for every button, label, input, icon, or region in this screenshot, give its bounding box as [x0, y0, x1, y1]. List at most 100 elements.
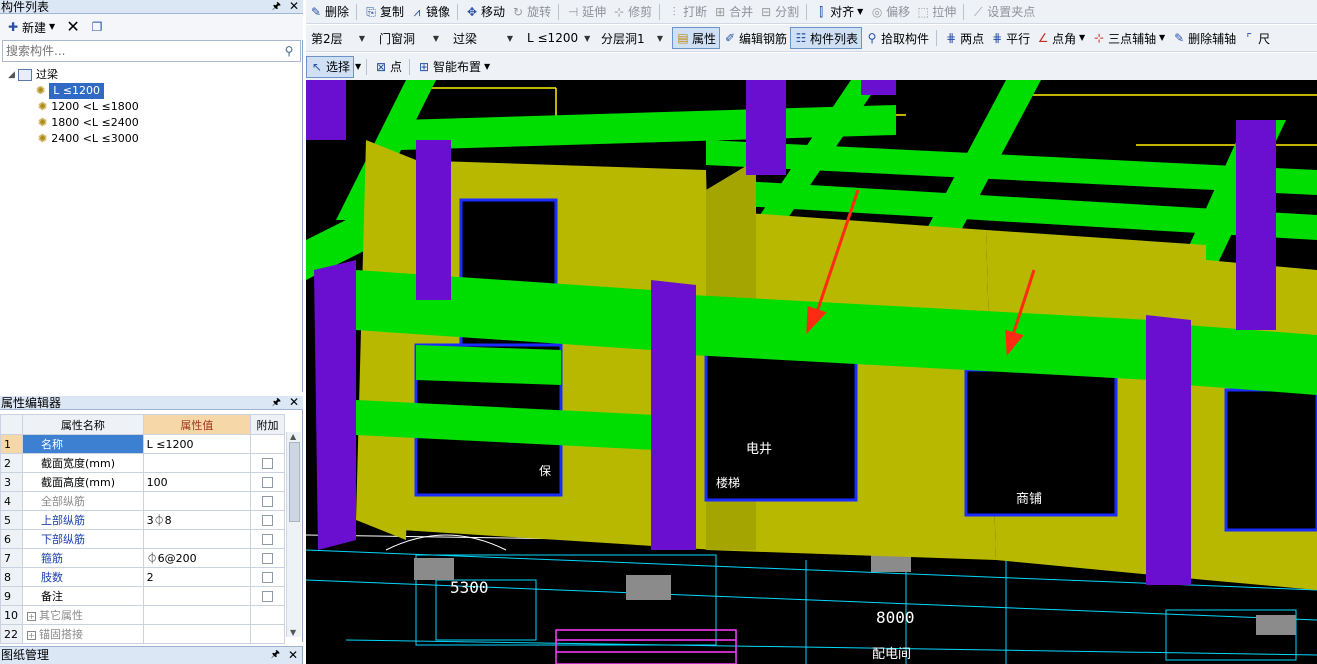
chevron-down-icon[interactable]: ▼: [354, 60, 362, 74]
sublayer-select[interactable]: 分层洞1 ▼: [596, 28, 668, 49]
attach-checkbox[interactable]: [262, 477, 274, 488]
collapse-icon[interactable]: ◢: [8, 67, 18, 83]
dimension-icon: ⌜: [1246, 31, 1252, 45]
property-row[interactable]: 8 肢数 2: [0, 567, 285, 587]
property-row[interactable]: 1 名称 L ≤1200: [0, 434, 285, 454]
move-button[interactable]: ✥ 移动: [462, 1, 508, 23]
copy-component-button[interactable]: ❐: [87, 17, 107, 37]
close-icon[interactable]: ✕: [289, 395, 299, 409]
tree-item[interactable]: ✺ 1800 <L ≤2400: [8, 115, 139, 131]
tree-item-label: 2400 <L ≤3000: [51, 132, 139, 145]
expand-icon[interactable]: +: [26, 631, 36, 640]
extend-button[interactable]: ⊣ 延伸: [563, 1, 609, 23]
property-value-cell[interactable]: 100: [142, 472, 252, 492]
property-value-cell[interactable]: L ≤1200: [142, 434, 252, 454]
property-value-cell[interactable]: 2: [142, 567, 252, 587]
attach-checkbox[interactable]: [262, 458, 274, 469]
property-row[interactable]: 5 上部纵筋 3⏀8: [0, 510, 285, 530]
select-button[interactable]: ↖ 选择: [306, 55, 355, 78]
close-icon[interactable]: ✕: [288, 647, 298, 663]
property-row[interactable]: 4 全部纵筋: [0, 491, 285, 511]
merge-button[interactable]: ⊞ 合并: [710, 1, 756, 23]
attach-checkbox[interactable]: [262, 591, 274, 602]
attach-checkbox[interactable]: [262, 534, 274, 545]
smart-layout-button[interactable]: ⊞ 智能布置 ▼: [414, 56, 494, 78]
tree-item[interactable]: ✺ 1200 <L ≤1800: [8, 99, 139, 115]
property-value-cell[interactable]: [142, 453, 252, 473]
property-row[interactable]: 3 截面高度(mm) 100: [0, 472, 285, 492]
mirror-button[interactable]: ⩘ 镜像: [407, 1, 453, 23]
pin-icon[interactable]: 🖈: [271, 647, 280, 663]
offset-button[interactable]: ◎ 偏移: [867, 1, 913, 23]
component-icon: ✺: [38, 100, 48, 113]
row-number-header: [0, 414, 23, 435]
rebar-edit-icon: ✐: [724, 31, 736, 45]
parallel-button[interactable]: ⋕ 平行: [987, 27, 1033, 49]
smart-layout-icon: ⊞: [419, 59, 430, 74]
property-group-row[interactable]: 10 + 其它属性: [0, 605, 285, 625]
point-angle-button[interactable]: ∠ 点角 ▼: [1033, 27, 1089, 49]
component-list-button[interactable]: ☷ 构件列表: [790, 27, 863, 49]
new-component-button[interactable]: ✚ 新建 ▼: [3, 17, 59, 37]
component-select[interactable]: L ≤1200 ▼: [522, 28, 592, 49]
search-icon[interactable]: ⚲: [282, 44, 296, 58]
scroll-down-icon[interactable]: ▼: [290, 628, 296, 637]
expand-icon[interactable]: +: [26, 612, 36, 621]
chevron-down-icon: ▼: [483, 61, 491, 71]
folder-icon: [18, 69, 32, 81]
pick-component-button[interactable]: ⚲ 拾取构件: [862, 27, 932, 49]
tree-root[interactable]: ◢ 过梁: [8, 67, 139, 83]
properties-button[interactable]: ▤ 属性: [672, 27, 721, 49]
property-row[interactable]: 2 截面宽度(mm): [0, 453, 285, 473]
attach-checkbox[interactable]: [262, 496, 274, 507]
floor-select[interactable]: 第2层 ▼: [306, 28, 370, 49]
property-value-cell[interactable]: 3⏀8: [142, 510, 252, 530]
property-value-cell[interactable]: [142, 529, 252, 549]
attach-checkbox[interactable]: [262, 515, 274, 526]
type-select[interactable]: 过梁 ▼: [448, 28, 518, 49]
draw-toolbar: ↖ 选择 ▼ ⊠ 点 ⊞ 智能布置 ▼: [306, 53, 1317, 80]
align-button[interactable]: ⫿ 对齐 ▼: [811, 1, 867, 23]
set-grip-button[interactable]: ⟋ 设置夹点: [968, 1, 1038, 23]
split-button[interactable]: ⊟ 分割: [756, 1, 802, 23]
scrollbar-thumb[interactable]: [289, 442, 300, 522]
category-select[interactable]: 门窗洞 ▼: [374, 28, 444, 49]
delete-button[interactable]: ✎ 删除: [306, 1, 352, 23]
property-value-cell[interactable]: [142, 491, 252, 511]
filter-toolbar: 第2层 ▼ 门窗洞 ▼ 过梁 ▼ L ≤1200 ▼ 分层洞1 ▼ ▤ 属性 ✐ 编辑钢筋 ☷…: [306, 25, 1317, 52]
property-row[interactable]: 6 下部纵筋: [0, 529, 285, 549]
scroll-up-icon[interactable]: ▲: [290, 432, 296, 441]
property-value-cell[interactable]: ⏀6@200: [142, 548, 252, 568]
chevron-down-icon: ▼: [358, 33, 365, 43]
chevron-down-icon: ▼: [1079, 33, 1086, 42]
copy-button[interactable]: ⎘ 复制: [361, 1, 407, 23]
edit-rebar-button[interactable]: ✐ 编辑钢筋: [720, 27, 790, 49]
delete-component-button[interactable]: ✕: [63, 17, 83, 37]
two-points-button[interactable]: ⋕ 两点: [941, 27, 987, 49]
search-input[interactable]: [3, 41, 273, 61]
property-row[interactable]: 9 备注: [0, 586, 285, 606]
property-scrollbar[interactable]: ▲ ▼: [286, 432, 301, 637]
stretch-button[interactable]: ⬚ 拉伸: [913, 1, 959, 23]
pin-icon[interactable]: 🖈: [272, 396, 281, 410]
delete-axis-button[interactable]: ✎ 删除辅轴: [1169, 27, 1239, 49]
three-point-axis-button[interactable]: ⊹ 三点辅轴 ▼: [1089, 27, 1169, 49]
component-icon: ✺: [38, 132, 48, 145]
attach-checkbox[interactable]: [262, 572, 274, 583]
close-icon[interactable]: ✕: [289, 0, 299, 13]
dimension-label: 5300: [450, 578, 489, 597]
rotate-button[interactable]: ↻ 旋转: [508, 1, 554, 23]
tree-item[interactable]: ✺ L ≤1200: [8, 83, 139, 99]
dimension-button[interactable]: ⌜ 尺: [1239, 27, 1273, 49]
property-group-row[interactable]: 22 + 锚固搭接: [0, 624, 285, 644]
property-value-cell[interactable]: [142, 586, 252, 606]
attach-checkbox[interactable]: [262, 553, 274, 564]
trim-button[interactable]: ⊹ 修剪: [609, 1, 655, 23]
delete-icon: ✕: [66, 17, 80, 36]
tree-item[interactable]: ✺ 2400 <L ≤3000: [8, 131, 139, 147]
point-button[interactable]: ⊠ 点: [371, 56, 405, 78]
3d-viewport[interactable]: 5300 8000 电井 楼梯 商铺 配电间 保: [306, 80, 1317, 664]
property-row[interactable]: 7 箍筋 ⏀6@200: [0, 548, 285, 568]
pin-icon[interactable]: 🖈: [272, 0, 281, 14]
break-button[interactable]: ⫶ 打断: [664, 1, 710, 23]
